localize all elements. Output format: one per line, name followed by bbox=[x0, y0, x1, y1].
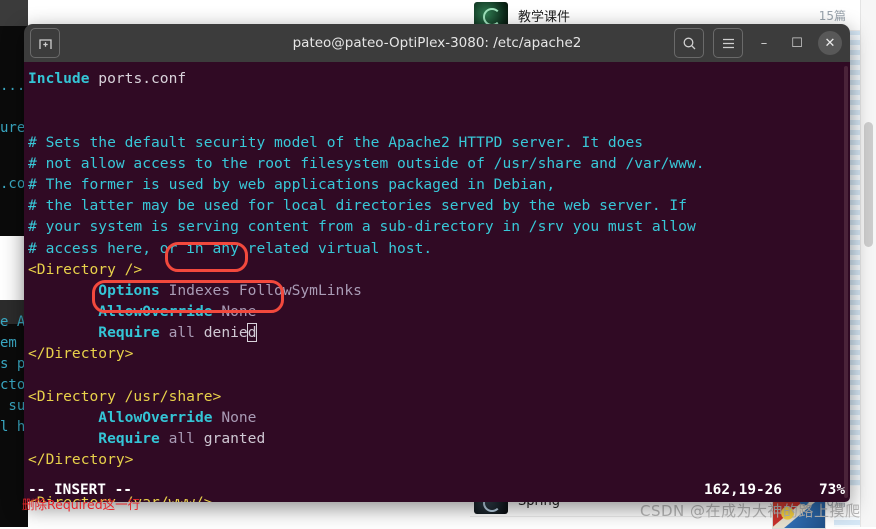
editor-token: Include bbox=[28, 70, 90, 87]
editor-token: <Directory /usr/share> bbox=[28, 387, 222, 405]
vim-status-line: -- INSERT -- 162,19-26 73% bbox=[24, 479, 850, 502]
editor-token: Require bbox=[98, 430, 160, 448]
editor-token: Require bbox=[98, 324, 160, 342]
cursor-position: 162,19-26 bbox=[704, 481, 782, 498]
editor-token: all bbox=[159, 430, 204, 448]
editor-token: <Directory /> bbox=[28, 260, 143, 278]
background-terminal-text: ure bbox=[0, 120, 26, 136]
editor-token: </Directory> bbox=[28, 451, 134, 469]
annotation-note-text: 删除Required这一行 bbox=[22, 497, 141, 512]
editor-line: Include ports.conf bbox=[28, 68, 850, 89]
vim-editor-buffer[interactable]: Include ports.conf # Sets the default se… bbox=[28, 68, 850, 502]
browser-scrollbar-thumb[interactable] bbox=[864, 122, 873, 247]
background-terminal-text: e A bbox=[0, 314, 26, 330]
editor-token: # Sets the default security model of the… bbox=[28, 133, 644, 151]
editor-token: # The former is used by web applications… bbox=[28, 175, 556, 193]
search-icon[interactable] bbox=[674, 28, 704, 58]
hamburger-menu-icon[interactable] bbox=[713, 28, 743, 58]
editor-token: None bbox=[212, 303, 257, 321]
editor-token bbox=[28, 409, 98, 426]
editor-token: ports.conf bbox=[89, 70, 187, 87]
editor-line: </Directory> bbox=[28, 343, 850, 364]
list-item-count: 15篇 bbox=[818, 8, 846, 23]
editor-line: <Directory /> bbox=[28, 259, 850, 280]
background-terminal-text: l h bbox=[0, 419, 26, 435]
editor-line: # the latter may be used for local direc… bbox=[28, 195, 850, 216]
editor-line: Require all granted bbox=[28, 428, 850, 449]
editor-line: </Directory> bbox=[28, 449, 850, 470]
editor-line: # access here, or in any related virtual… bbox=[28, 238, 850, 259]
browser-scrollbar-track[interactable] bbox=[860, 0, 876, 527]
editor-line: AllowOverride None bbox=[28, 301, 850, 322]
editor-token bbox=[28, 282, 98, 299]
editor-token: AllowOverride bbox=[98, 303, 213, 321]
editor-line: AllowOverride None bbox=[28, 407, 850, 428]
editor-line: Options Indexes FollowSymLinks bbox=[28, 280, 850, 301]
editor-token: None bbox=[212, 409, 257, 426]
new-tab-icon[interactable] bbox=[30, 28, 60, 58]
titlebar-controls: – ☐ ✕ bbox=[674, 28, 842, 58]
editor-token: all bbox=[159, 324, 204, 342]
background-terminal-text: s p bbox=[0, 356, 26, 372]
editor-token: AllowOverride bbox=[98, 409, 213, 426]
close-button[interactable]: ✕ bbox=[818, 31, 842, 55]
list-item-title: 教学课件 bbox=[518, 9, 571, 25]
background-terminal-text: ... bbox=[0, 78, 26, 94]
editor-token: granted bbox=[203, 430, 266, 448]
background-terminal-text: .co bbox=[0, 176, 26, 192]
editor-token bbox=[28, 324, 98, 341]
csdn-watermark: CSDN @在成为大神的路上摸爬滚打 bbox=[640, 502, 876, 520]
background-terminal-text: em bbox=[0, 335, 17, 351]
editor-line: # your system is serving content from a … bbox=[28, 216, 850, 237]
background-terminal-text: cto bbox=[0, 377, 26, 393]
maximize-button[interactable]: ☐ bbox=[785, 31, 809, 55]
background-terminal-text: su bbox=[0, 398, 26, 414]
terminal-content-area[interactable]: Include ports.conf # Sets the default se… bbox=[24, 62, 850, 502]
editor-line: <Directory /usr/share> bbox=[28, 386, 850, 407]
editor-token: denie bbox=[203, 324, 248, 342]
background-terminal-titlebar bbox=[0, 0, 28, 26]
scroll-percent: 73% bbox=[819, 481, 845, 498]
editor-token: # your system is serving content from a … bbox=[28, 218, 696, 236]
minimize-button[interactable]: – bbox=[752, 31, 776, 55]
terminal-window[interactable]: pateo@pateo-OptiPlex-3080: /etc/apache2 … bbox=[24, 24, 850, 502]
editor-token bbox=[28, 430, 98, 447]
editor-line: # The former is used by web applications… bbox=[28, 174, 850, 195]
editor-line: Require all denied bbox=[28, 322, 850, 343]
terminal-scrollbar[interactable] bbox=[844, 66, 848, 498]
editor-token: d bbox=[246, 323, 258, 343]
editor-token: </Directory> bbox=[28, 345, 134, 363]
terminal-title-bar[interactable]: pateo@pateo-OptiPlex-3080: /etc/apache2 … bbox=[24, 24, 850, 62]
editor-token: # the latter may be used for local direc… bbox=[28, 197, 687, 215]
editor-token: # not allow access to the root filesyste… bbox=[28, 154, 705, 172]
editor-token: # access here, or in any related virtual… bbox=[28, 239, 433, 257]
editor-token: Indexes FollowSymLinks bbox=[159, 281, 362, 299]
editor-line: # not allow access to the root filesyste… bbox=[28, 153, 850, 174]
editor-line: # Sets the default security model of the… bbox=[28, 132, 850, 153]
editor-token: Options bbox=[98, 281, 160, 299]
editor-token bbox=[28, 303, 98, 320]
